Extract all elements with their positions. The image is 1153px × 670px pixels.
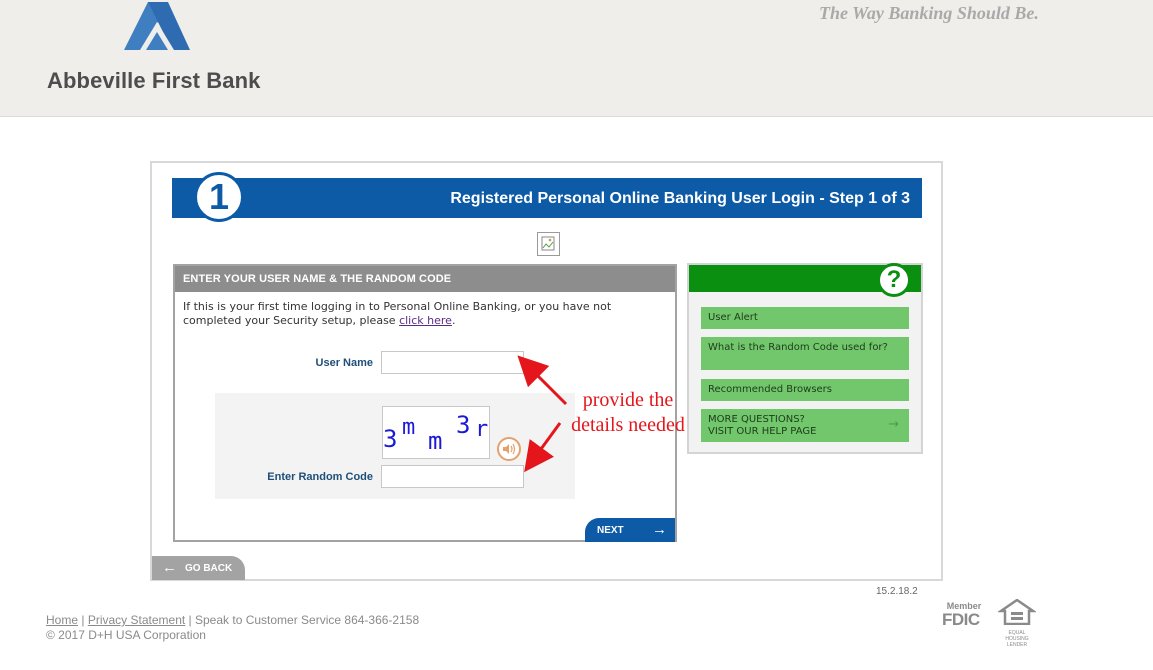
annotation-arrow-username [517,355,568,406]
equal-housing-lender-icon: EQUAL HOUSING LENDER [996,598,1038,648]
annotation-text: provide the details needed [571,389,685,436]
copyright: © 2017 D+H USA Corporation [46,628,206,642]
footer-privacy-link[interactable]: Privacy Statement [88,613,185,627]
fdic-logo: Member FDIC [942,601,982,629]
annotation-arrow-random-code [524,422,562,473]
footer-service-text: | Speak to Customer Service 864-366-2158 [188,613,420,627]
annotation-arrows [517,355,568,473]
footer: Home | Privacy Statement | Speak to Cust… [46,613,420,642]
footer-home-link[interactable]: Home [46,613,78,627]
